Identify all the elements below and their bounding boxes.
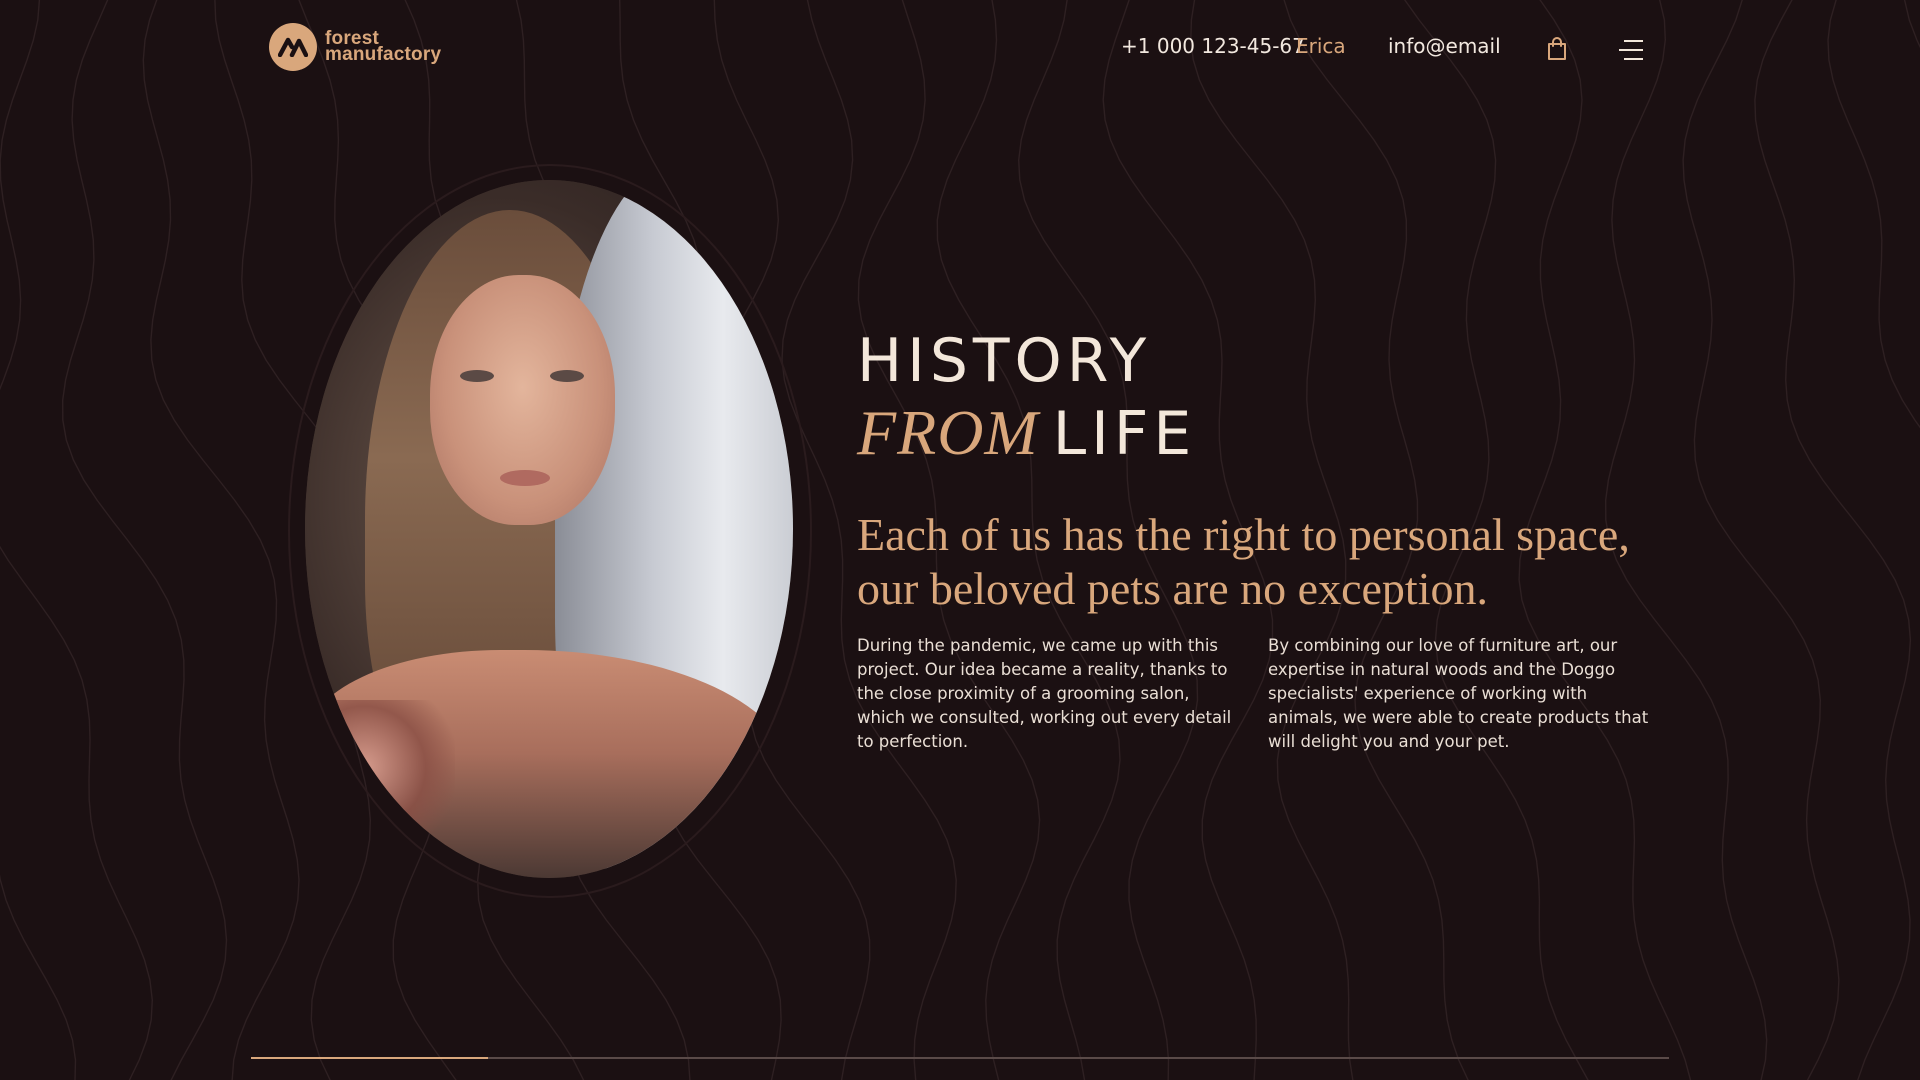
hero-tagline-line1: Each of us has the right to personal spa…: [857, 509, 1630, 560]
hero-photo: [305, 180, 793, 878]
hero-tagline: Each of us has the right to personal spa…: [857, 508, 1757, 616]
hero-title-rest: LIFE: [1052, 399, 1197, 469]
menu-icon[interactable]: [1618, 38, 1644, 62]
slider-progress[interactable]: [251, 1057, 1669, 1059]
hero-title-accent: FROM: [857, 397, 1039, 468]
brand-logo[interactable]: forest manufactory: [269, 23, 441, 71]
brand-monogram-icon: [269, 23, 317, 71]
user-name-link[interactable]: Erica: [1296, 34, 1346, 58]
brand-name-line2: manufactory: [325, 44, 442, 65]
slider-progress-fill: [251, 1057, 488, 1059]
hero-title-line1: HISTORY: [857, 326, 1152, 396]
story-paragraph-1: During the pandemic, we came up with thi…: [857, 636, 1232, 751]
hero-tagline-line2: our beloved pets are no exception.: [857, 563, 1488, 614]
email-link[interactable]: info@email: [1388, 34, 1501, 58]
shopping-bag-icon[interactable]: [1545, 36, 1569, 62]
phone-link[interactable]: +1 000 123-45-67: [1121, 34, 1305, 58]
hero-title: HISTORY FROM LIFE: [857, 325, 1196, 470]
hero-title-line2: FROM LIFE: [857, 397, 1196, 470]
story-paragraph-2: By combining our love of furniture art, …: [1268, 636, 1649, 751]
brand-name: forest manufactory: [325, 29, 442, 65]
